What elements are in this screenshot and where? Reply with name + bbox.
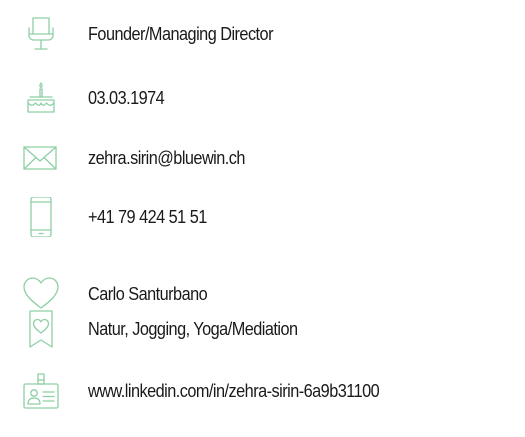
bookmark-heart-icon — [20, 309, 62, 349]
id-card-icon — [20, 371, 62, 411]
phone-link[interactable]: +41 79 424 51 51 — [88, 197, 207, 237]
profile-row-linkedin: www.linkedin.com/in/zehra-sirin-6a9b3110… — [0, 371, 525, 411]
linkedin-link[interactable]: www.linkedin.com/in/zehra-sirin-6a9b3110… — [88, 371, 380, 411]
profile-row-interests: Natur, Jogging, Yoga/Mediation — [0, 309, 525, 349]
mobile-phone-icon — [20, 197, 62, 237]
email-link[interactable]: zehra.sirin@bluewin.ch — [88, 138, 245, 178]
profile-row-position: Founder/Managing Director — [0, 14, 525, 54]
birthday-cake-icon — [20, 78, 62, 118]
chair-icon — [20, 14, 62, 54]
interests-text: Natur, Jogging, Yoga/Mediation — [88, 318, 298, 339]
profile-row-email: zehra.sirin@bluewin.ch — [0, 138, 525, 178]
profile-row-birthday: 03.03.1974 — [0, 78, 525, 118]
partner-text: Carlo Santurbano — [88, 283, 208, 304]
profile-row-partner: Carlo Santurbano — [0, 274, 525, 314]
position-text: Founder/Managing Director — [88, 23, 274, 44]
mail-icon — [20, 138, 62, 178]
heart-icon — [20, 274, 62, 314]
birthdate-text: 03.03.1974 — [88, 87, 165, 108]
profile-row-phone: +41 79 424 51 51 — [0, 197, 525, 237]
